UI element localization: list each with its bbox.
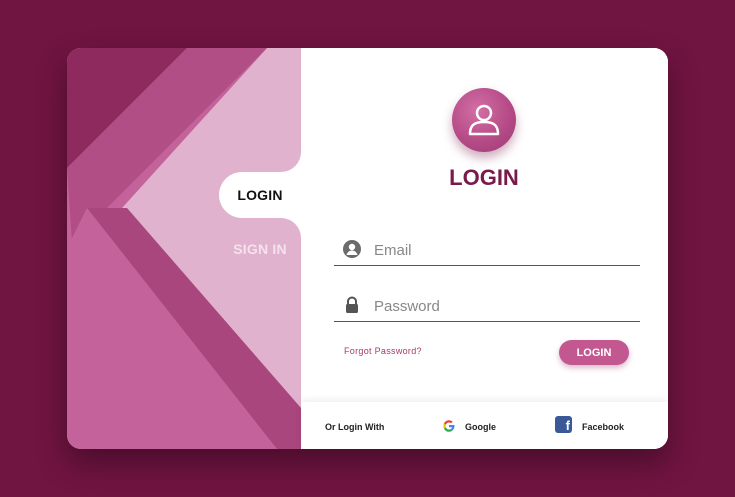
login-button[interactable]: LOGIN — [559, 340, 629, 365]
email-input[interactable] — [372, 237, 636, 263]
social-login-bar: Or Login With Google f Facebook — [301, 402, 668, 449]
tab-notch-bottom — [281, 218, 301, 238]
page-title: LOGIN — [449, 165, 519, 190]
social-prompt: Or Login With — [325, 422, 385, 432]
email-field[interactable] — [334, 235, 640, 266]
login-form-panel: LOGIN Forgot Password? LOGIN Or Login Wi… — [301, 48, 668, 449]
facebook-icon[interactable]: f — [555, 416, 572, 433]
password-field[interactable] — [334, 291, 640, 322]
decorative-panel: LOGIN SIGN IN — [67, 48, 301, 449]
google-icon[interactable] — [442, 419, 456, 433]
tab-signin[interactable]: SIGN IN — [219, 238, 301, 260]
person-icon — [343, 240, 361, 258]
tab-login[interactable]: LOGIN — [219, 172, 301, 218]
lock-icon — [346, 296, 358, 313]
forgot-password-link[interactable]: Forgot Password? — [344, 346, 422, 356]
login-card: LOGIN SIGN IN LOGIN Forgot Pa — [67, 48, 668, 449]
user-icon — [452, 88, 516, 152]
facebook-login-link[interactable]: Facebook — [582, 422, 624, 432]
google-login-link[interactable]: Google — [465, 422, 496, 432]
password-input[interactable] — [372, 293, 636, 319]
tab-notch-top — [281, 152, 301, 172]
